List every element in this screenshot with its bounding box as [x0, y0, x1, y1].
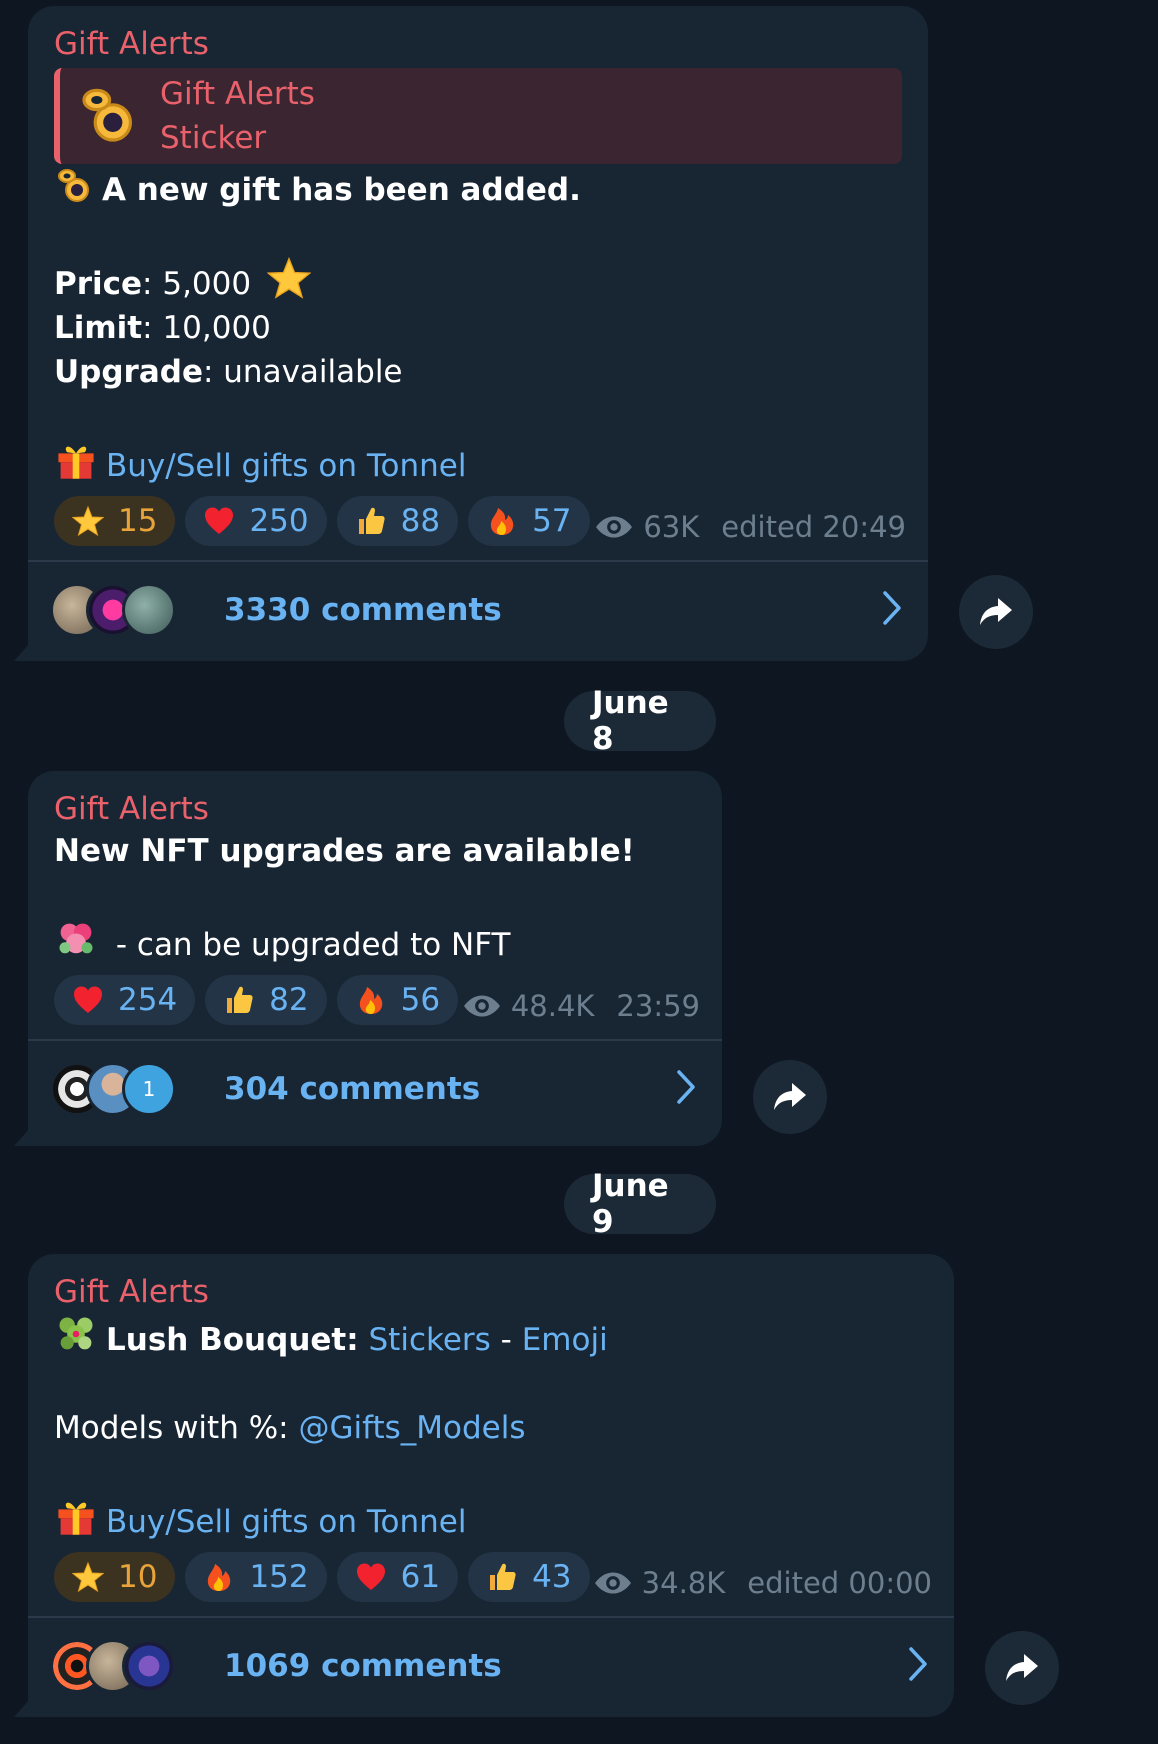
message-meta: 34.8K edited 00:00 [594, 1566, 932, 1600]
tonnel-link[interactable]: Buy/Sell gifts on Tonnel [106, 1504, 466, 1540]
fire-icon [203, 1561, 235, 1593]
star-icon [267, 256, 311, 300]
reactions-row: 10 152 61 43 34.8K edited 00:00 [54, 1552, 932, 1602]
comments-button[interactable]: 1 304 comments [28, 1041, 722, 1136]
commenter-avatars: 1 [50, 1061, 200, 1116]
avatar [122, 1638, 176, 1693]
reply-subtitle: Sticker [160, 120, 267, 156]
reaction-heart[interactable]: 250 [185, 496, 327, 546]
comments-button[interactable]: 1069 comments [28, 1618, 954, 1713]
message-bubble-1: Gift Alerts Gift Alerts Sticker A new gi… [28, 6, 928, 661]
reaction-fire[interactable]: 152 [185, 1552, 327, 1602]
date-separator: June 8 [564, 685, 716, 757]
reply-title: Gift Alerts [160, 76, 315, 112]
gift-icon [54, 1494, 98, 1538]
pacifier-icon [54, 166, 94, 206]
heart-icon [72, 984, 104, 1016]
reaction-heart[interactable]: 254 [54, 975, 196, 1025]
reaction-thumbs-up[interactable]: 88 [336, 496, 459, 546]
message-bubble-3: Gift Alerts Lush Bouquet: Stickers - Emo… [28, 1254, 954, 1717]
message-meta: 48.4K 23:59 [463, 989, 700, 1023]
star-icon [72, 505, 104, 537]
message-time: 23:59 [616, 989, 700, 1023]
views-eye-icon [594, 1570, 632, 1596]
upgrade-line: Upgrade: unavailable [54, 354, 403, 390]
thumbs-up-icon [355, 505, 387, 537]
share-button[interactable] [753, 1060, 827, 1134]
share-button[interactable] [985, 1631, 1059, 1705]
stickers-link[interactable]: Stickers [369, 1322, 491, 1358]
reaction-fire[interactable]: 57 [468, 496, 590, 546]
views-count: 63K [643, 510, 700, 544]
views-eye-icon [463, 993, 501, 1019]
tonnel-link[interactable]: Buy/Sell gifts on Tonnel [106, 448, 466, 484]
bouquet-icon [59, 1317, 93, 1350]
heart-icon [203, 505, 235, 537]
thumbs-up-icon [486, 1561, 518, 1593]
reaction-heart[interactable]: 61 [336, 1552, 459, 1602]
message-time: edited 00:00 [747, 1566, 932, 1600]
views-count: 48.4K [510, 989, 595, 1023]
views-eye-icon [595, 514, 633, 540]
reactions-row: 15 250 88 57 63K edited 20:49 [54, 496, 906, 546]
flower-bouquet-icon [59, 923, 93, 954]
reactions-row: 254 82 56 48.4K 23:59 [54, 975, 700, 1025]
reaction-fire[interactable]: 56 [336, 975, 459, 1025]
chevron-right-icon [908, 1646, 928, 1682]
reaction-thumbs-up[interactable]: 43 [468, 1552, 590, 1602]
message-headline: Lush Bouquet: Stickers - Emoji [54, 1312, 928, 1362]
reaction-star[interactable]: 10 [54, 1552, 176, 1602]
limit-line: Limit: 10,000 [54, 310, 271, 346]
reply-preview[interactable]: Gift Alerts Sticker [54, 68, 902, 164]
avatar: 1 [122, 1061, 176, 1116]
fire-icon [486, 505, 518, 537]
fire-icon [355, 984, 387, 1016]
channel-name[interactable]: Gift Alerts [54, 789, 696, 829]
message-headline: A new gift has been added. [54, 166, 902, 212]
avatar [122, 582, 176, 637]
thumbs-up-icon [223, 984, 255, 1016]
chevron-right-icon [676, 1069, 696, 1105]
models-mention-link[interactable]: @Gifts_Models [298, 1410, 525, 1446]
message-meta: 63K edited 20:49 [595, 510, 906, 544]
message-headline: New NFT upgrades are available! [54, 833, 635, 869]
heart-icon [355, 1561, 387, 1593]
comments-count: 3330 comments [224, 591, 502, 628]
price-line: Price: 5,000 [54, 256, 902, 306]
star-icon [72, 1561, 104, 1593]
chevron-right-icon [882, 590, 902, 626]
share-icon [772, 1081, 808, 1113]
share-button[interactable] [959, 575, 1033, 649]
message-time: edited 20:49 [721, 510, 906, 544]
comments-button[interactable]: 3330 comments [28, 562, 928, 657]
comments-count: 1069 comments [224, 1647, 502, 1684]
channel-name[interactable]: Gift Alerts [54, 24, 902, 64]
pacifier-icon [76, 84, 140, 148]
date-separator: June 9 [564, 1168, 716, 1240]
comments-count: 304 comments [224, 1070, 481, 1107]
emoji-link[interactable]: Emoji [522, 1322, 608, 1358]
reaction-thumbs-up[interactable]: 82 [205, 975, 327, 1025]
tonnel-link-line: Buy/Sell gifts on Tonnel [54, 438, 902, 488]
models-line: Models with %: @Gifts_Models [54, 1410, 526, 1446]
message-body: - can be upgraded to NFT [54, 917, 696, 967]
share-icon [1004, 1652, 1040, 1684]
gift-icon [54, 438, 98, 482]
avatar-badge: 1 [142, 1076, 156, 1101]
tonnel-link-line: Buy/Sell gifts on Tonnel [54, 1494, 928, 1544]
message-bubble-2: Gift Alerts New NFT upgrades are availab… [28, 771, 722, 1146]
commenter-avatars [50, 582, 200, 637]
reaction-star[interactable]: 15 [54, 496, 176, 546]
views-count: 34.8K [641, 1566, 726, 1600]
commenter-avatars [50, 1638, 200, 1693]
share-icon [978, 596, 1014, 628]
channel-name[interactable]: Gift Alerts [54, 1272, 928, 1312]
